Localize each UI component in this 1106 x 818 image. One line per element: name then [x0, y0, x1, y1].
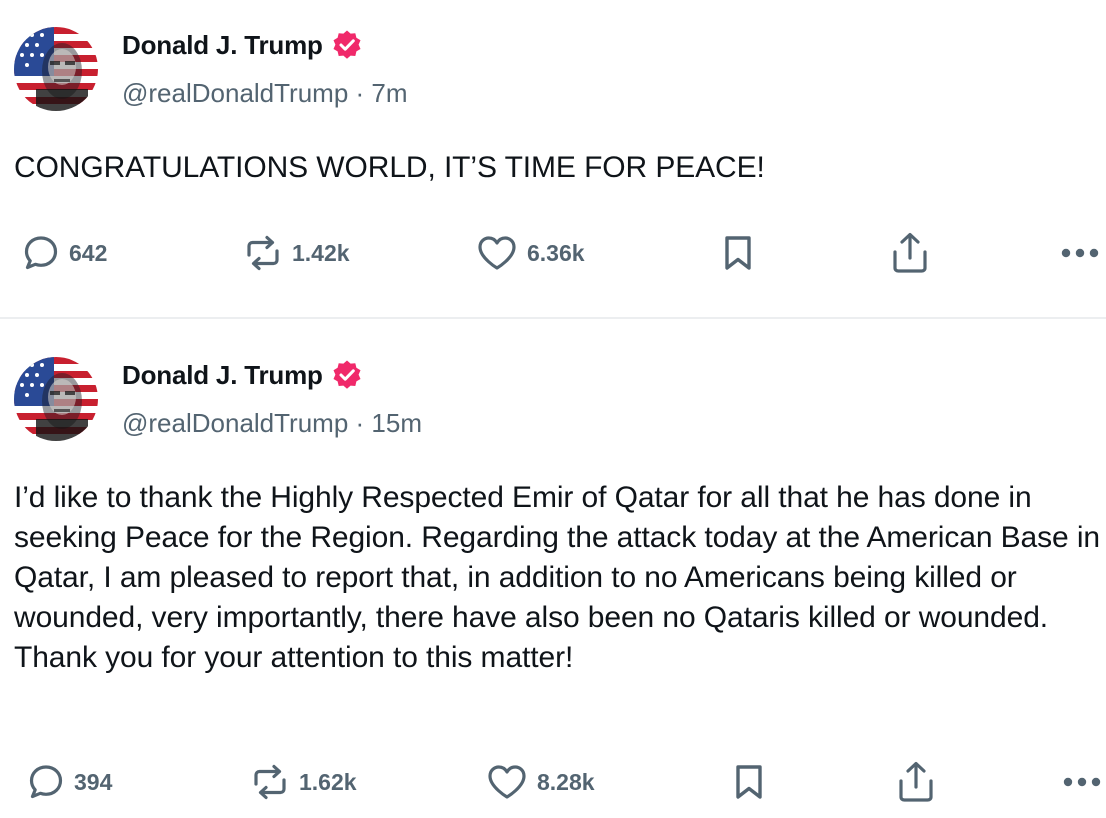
reply-count: 642 — [69, 239, 108, 266]
share-upload-icon — [890, 231, 930, 275]
heart-icon — [486, 763, 528, 801]
reply-button[interactable]: 642 — [22, 229, 107, 277]
verified-badge-icon — [331, 359, 363, 391]
share-upload-icon — [896, 760, 936, 804]
post-body-text: CONGRATULATIONS WORLD, IT’S TIME FOR PEA… — [14, 151, 765, 184]
like-count: 8.28k — [537, 768, 595, 795]
avatar[interactable] — [14, 27, 98, 111]
post-body-text: I’d like to thank the Highly Respected E… — [14, 481, 1101, 674]
like-button[interactable]: 6.36k — [476, 229, 585, 277]
like-count: 6.36k — [527, 239, 585, 266]
bookmark-button[interactable] — [720, 229, 756, 277]
speech-bubble-icon — [22, 234, 60, 272]
ellipsis-icon — [1060, 247, 1100, 259]
more-options-button[interactable] — [1062, 758, 1102, 806]
repost-count: 1.62k — [299, 768, 357, 795]
verified-badge-icon — [331, 29, 363, 61]
more-options-button[interactable] — [1060, 229, 1100, 277]
post-card[interactable]: Donald J. Trump @realDonaldTrump · 15m I… — [0, 320, 1106, 818]
like-button[interactable]: 8.28k — [486, 758, 595, 806]
bookmark-icon — [731, 762, 767, 802]
post-action-bar: 642 1.42k 6.36k — [0, 229, 1106, 277]
repost-arrows-icon — [243, 234, 283, 272]
avatar[interactable] — [14, 357, 98, 441]
reply-button[interactable]: 394 — [27, 758, 112, 806]
bookmark-button[interactable] — [731, 758, 767, 806]
bookmark-icon — [720, 233, 756, 273]
author-display-name[interactable]: Donald J. Trump — [122, 30, 323, 61]
share-button[interactable] — [890, 229, 930, 277]
share-button[interactable] — [896, 758, 936, 806]
repost-arrows-icon — [250, 763, 290, 801]
heart-icon — [476, 234, 518, 272]
repost-count: 1.42k — [292, 239, 350, 266]
author-row: Donald J. Trump — [122, 27, 363, 63]
post-action-bar: 394 1.62k 8.28k — [0, 758, 1106, 806]
ellipsis-icon — [1062, 776, 1102, 788]
author-display-name[interactable]: Donald J. Trump — [122, 360, 323, 391]
post-card[interactable]: Donald J. Trump @realDonaldTrump · 7m CO… — [0, 0, 1106, 318]
repost-button[interactable]: 1.62k — [250, 758, 357, 806]
author-handle-and-time[interactable]: @realDonaldTrump · 7m — [122, 78, 408, 109]
repost-button[interactable]: 1.42k — [243, 229, 350, 277]
post-divider — [0, 317, 1106, 319]
reply-count: 394 — [74, 768, 113, 795]
speech-bubble-icon — [27, 763, 65, 801]
author-handle-and-time[interactable]: @realDonaldTrump · 15m — [122, 408, 422, 439]
author-row: Donald J. Trump — [122, 357, 363, 393]
